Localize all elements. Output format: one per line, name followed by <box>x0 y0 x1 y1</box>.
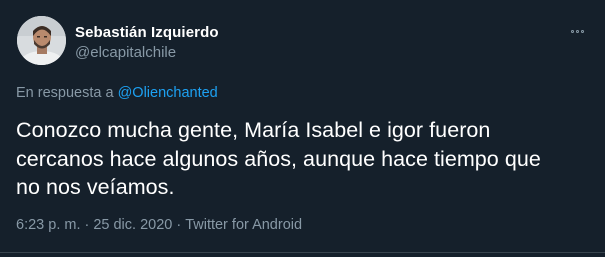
tweet-text: Conozco mucha gente, María Isabel e igor… <box>16 116 576 202</box>
dot-icon <box>575 29 579 33</box>
author-handle[interactable]: @elcapitalchile <box>75 44 176 61</box>
tweet-time[interactable]: 6:23 p. m. <box>16 217 80 233</box>
reply-context: En respuesta a @Olienchanted <box>16 85 218 101</box>
dot-icon <box>580 29 584 33</box>
avatar[interactable] <box>17 16 66 65</box>
tweet-source[interactable]: Twitter for Android <box>185 217 302 233</box>
tweet-text-line: cercanos hace algunos años, aunque hace … <box>16 146 541 171</box>
divider <box>0 252 605 253</box>
reply-mention-link[interactable]: @Olienchanted <box>118 85 218 101</box>
profile-photo-icon <box>17 16 66 65</box>
tweet-text-line: Conozco mucha gente, María Isabel e igor… <box>16 118 491 142</box>
author-name[interactable]: Sebastián Izquierdo <box>75 24 219 41</box>
more-options-icon[interactable] <box>566 20 588 42</box>
meta-separator: · <box>176 217 182 233</box>
meta-separator: · <box>84 217 90 233</box>
tweet-text-line: no nos veíamos. <box>16 175 175 199</box>
tweet-metadata: 6:23 p. m. · 25 dic. 2020 · Twitter for Andr… <box>16 217 302 233</box>
reply-prefix: En respuesta a <box>16 85 114 101</box>
tweet-date[interactable]: 25 dic. 2020 <box>93 217 172 233</box>
tweet-card: Sebastián Izquierdo @elcapitalchile En r… <box>0 0 605 257</box>
dot-icon <box>570 29 574 33</box>
